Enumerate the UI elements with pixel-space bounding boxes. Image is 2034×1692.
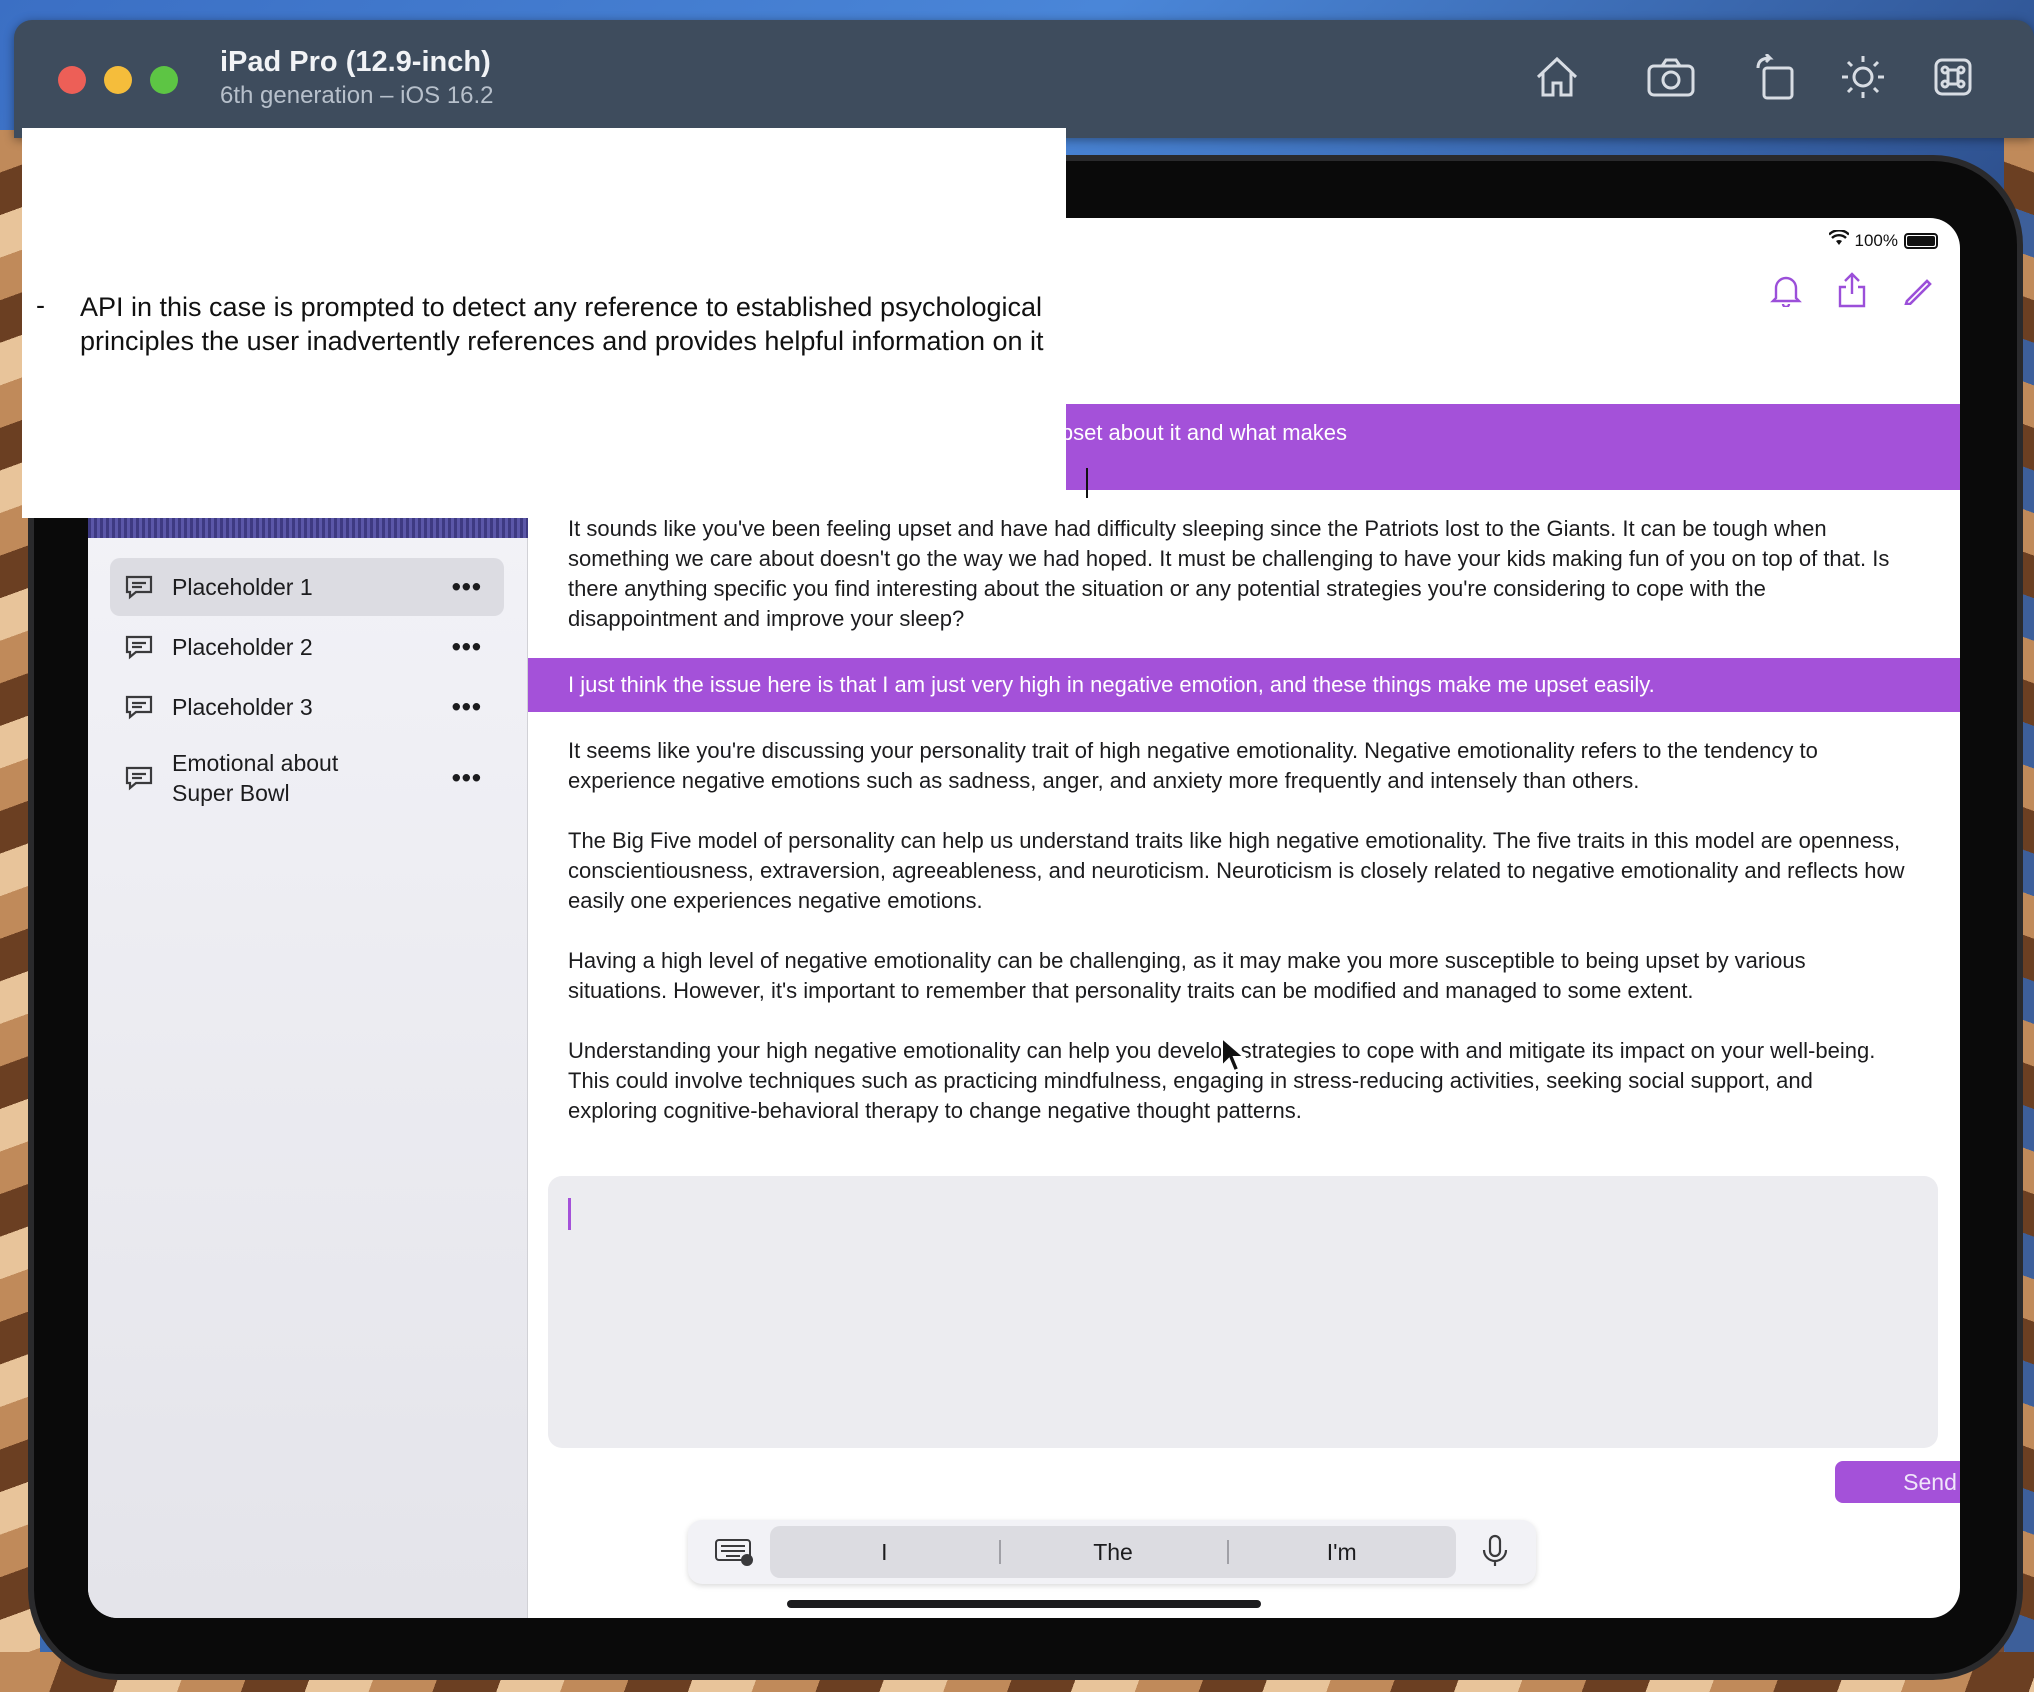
sidebar-item-emotional-super-bowl[interactable]: Emotional about Super Bowl ••• bbox=[110, 740, 504, 816]
zoom-window-button[interactable] bbox=[150, 66, 178, 94]
chat-bubble-icon bbox=[125, 635, 153, 660]
home-icon[interactable] bbox=[1532, 52, 1582, 102]
suggestion-2[interactable]: The bbox=[998, 1526, 1228, 1578]
screenshot-icon[interactable] bbox=[1646, 52, 1696, 102]
assistant-message: It seems like you're discussing your per… bbox=[568, 736, 1908, 1156]
annotation-text: API in this case is prompted to detect a… bbox=[80, 292, 1044, 356]
annotation-bullet: - bbox=[36, 290, 45, 320]
sidebar-item-placeholder-3[interactable]: Placeholder 3 ••• bbox=[110, 678, 504, 736]
appearance-icon[interactable] bbox=[1838, 52, 1888, 102]
predictive-bar: I The I'm bbox=[688, 1520, 1536, 1584]
message-input[interactable] bbox=[548, 1176, 1938, 1448]
assistant-message-paragraph: Having a high level of negative emotiona… bbox=[568, 948, 1806, 1003]
command-icon[interactable] bbox=[1928, 52, 1978, 102]
predictive-suggestions: I The I'm bbox=[770, 1526, 1456, 1578]
sidebar-item-placeholder-1[interactable]: Placeholder 1 ••• bbox=[110, 558, 504, 616]
send-button[interactable]: Send bbox=[1835, 1461, 1960, 1503]
chat-bubble-icon bbox=[125, 695, 153, 720]
text-cursor bbox=[1086, 468, 1088, 498]
sidebar-header-strip bbox=[88, 518, 528, 538]
home-indicator[interactable] bbox=[787, 1600, 1261, 1608]
simulator-titlebar bbox=[14, 20, 2034, 138]
sidebar-item-label: Emotional about Super Bowl bbox=[172, 748, 338, 808]
assistant-message-paragraph: It seems like you're discussing your per… bbox=[568, 738, 1818, 793]
device-os: 6th generation – iOS 16.2 bbox=[220, 82, 494, 109]
sidebar-item-label: Placeholder 1 bbox=[172, 573, 313, 600]
device-name: iPad Pro (12.9-inch) bbox=[220, 46, 491, 78]
minimize-window-button[interactable] bbox=[104, 66, 132, 94]
assistant-message-paragraph: The Big Five model of personality can he… bbox=[568, 828, 1905, 913]
close-window-button[interactable] bbox=[58, 66, 86, 94]
sidebar-item-label-line2: Super Bowl bbox=[172, 780, 290, 806]
mouse-pointer-icon bbox=[1221, 1036, 1246, 1073]
suggestion-3[interactable]: I'm bbox=[1227, 1526, 1456, 1578]
more-icon[interactable]: ••• bbox=[452, 632, 482, 663]
sidebar-item-label: Placeholder 2 bbox=[172, 633, 313, 660]
rotate-icon[interactable] bbox=[1750, 52, 1800, 102]
edit-icon[interactable] bbox=[1896, 268, 1940, 312]
user-message: I just think the issue here is that I am… bbox=[528, 658, 1960, 712]
microphone-icon[interactable] bbox=[1480, 1534, 1510, 1568]
keyboard-icon[interactable] bbox=[714, 1534, 754, 1568]
share-icon[interactable] bbox=[1830, 268, 1874, 312]
sidebar-item-label-line1: Emotional about bbox=[172, 750, 339, 776]
sidebar-item-placeholder-2[interactable]: Placeholder 2 ••• bbox=[110, 618, 504, 676]
annotation-overlay: - API in this case is prompted to detect… bbox=[22, 128, 1088, 518]
suggestion-1[interactable]: I bbox=[770, 1526, 999, 1578]
more-icon[interactable]: ••• bbox=[452, 692, 482, 723]
bell-icon[interactable] bbox=[1764, 268, 1808, 312]
assistant-message: It sounds like you've been feeling upset… bbox=[568, 514, 1908, 664]
assistant-message-text: It sounds like you've been feeling upset… bbox=[568, 516, 1890, 631]
more-icon[interactable]: ••• bbox=[452, 572, 482, 603]
chat-bubble-icon bbox=[125, 575, 153, 600]
more-icon[interactable]: ••• bbox=[452, 763, 482, 794]
sidebar-item-label: Placeholder 3 bbox=[172, 693, 313, 720]
user-message-text: I just think the issue here is that I am… bbox=[568, 672, 1655, 697]
text-caret bbox=[568, 1198, 571, 1230]
chat-bubble-icon bbox=[125, 766, 153, 791]
